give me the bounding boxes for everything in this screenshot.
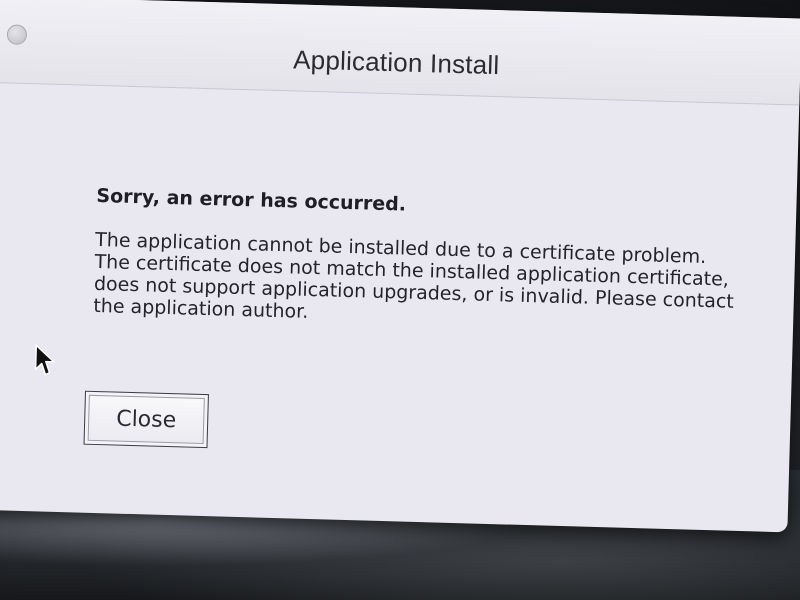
error-message: The application cannot be installed due … [93,228,735,323]
close-button[interactable]: Close [83,390,209,449]
dialog-content: Sorry, an error has occurred. The applic… [93,185,756,335]
application-install-window: Application Install Sorry, an error has … [0,0,800,533]
error-heading: Sorry, an error has occurred. [96,184,407,216]
title-bar[interactable]: Application Install [0,0,800,106]
mouse-pointer-icon [34,344,55,376]
window-title: Application Install [292,44,500,81]
screen: Application Install Sorry, an error has … [0,0,800,600]
